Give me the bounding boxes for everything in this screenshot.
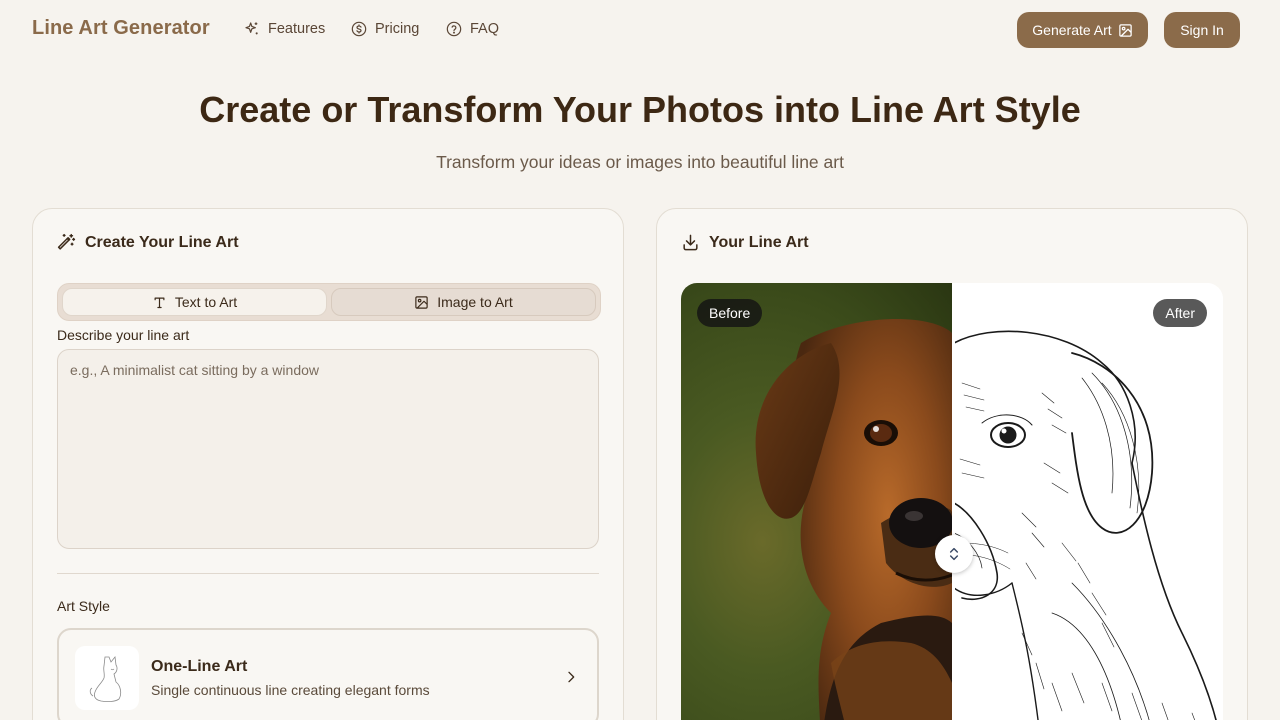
tab-label: Text to Art: [174, 294, 238, 310]
text-icon: [154, 297, 165, 308]
image-icon: [415, 295, 428, 309]
chevrons-up-down-icon: [949, 547, 959, 561]
tab-text-to-art[interactable]: Text to Art: [62, 288, 327, 316]
result-panel: Your Line Art Before After: [656, 208, 1248, 720]
brand-logo[interactable]: Line Art Generator: [32, 17, 210, 40]
download-icon: [683, 234, 698, 251]
result-panel-title: Your Line Art: [709, 233, 809, 251]
sign-in-button[interactable]: Sign In: [1164, 12, 1240, 48]
create-panel-header: Create Your Line Art: [57, 233, 239, 252]
help-circle-icon: [446, 21, 462, 37]
split-divider[interactable]: [952, 283, 955, 720]
tab-image-to-art[interactable]: Image to Art: [331, 288, 596, 316]
dollar-circle-icon: [351, 21, 367, 37]
generate-art-label: Generate Art: [1032, 22, 1112, 38]
tab-label: Image to Art: [437, 294, 513, 310]
prompt-input[interactable]: [57, 349, 599, 549]
nav-link-label: Features: [268, 21, 326, 37]
chevron-right-icon: [568, 671, 575, 683]
sign-in-label: Sign In: [1180, 22, 1224, 38]
before-badge: Before: [697, 299, 763, 327]
nav-link-label: FAQ: [470, 21, 500, 37]
mode-tabs: Text to Art Image to Art: [57, 283, 601, 321]
describe-label: Describe your line art: [57, 327, 190, 343]
page-subtitle: Transform your ideas or images into beau…: [436, 152, 844, 172]
after-badge: After: [1153, 299, 1207, 327]
generate-art-button[interactable]: Generate Art: [1017, 12, 1148, 48]
after-image: After: [952, 283, 1223, 720]
nav-link-features[interactable]: Features: [244, 21, 325, 37]
nav-link-faq[interactable]: FAQ: [446, 21, 499, 37]
before-image: Before: [681, 283, 952, 720]
art-style-selector[interactable]: One-Line Art Single continuous line crea…: [57, 628, 599, 720]
create-panel: Create Your Line Art Text to Art Image t…: [32, 208, 624, 720]
before-after-comparison[interactable]: Before After: [681, 283, 1223, 720]
top-nav: Line Art Generator Features Pricing FAQ …: [0, 0, 1280, 60]
style-name: One-Line Art: [151, 658, 248, 675]
create-panel-title: Create Your Line Art: [85, 233, 239, 251]
cat-line-art-icon: [89, 656, 122, 702]
sparkles-icon: [245, 22, 258, 35]
divider: [57, 573, 599, 574]
style-thumbnail: [75, 646, 139, 710]
nav-link-pricing[interactable]: Pricing: [351, 21, 419, 37]
image-icon: [1118, 23, 1132, 37]
comparison-slider-handle[interactable]: [935, 535, 973, 573]
page-title: Create or Transform Your Photos into Lin…: [199, 89, 1081, 130]
nav-link-label: Pricing: [375, 21, 420, 37]
result-panel-header: Your Line Art: [681, 233, 809, 252]
magic-wand-icon: [57, 233, 76, 250]
art-style-label: Art Style: [57, 598, 110, 614]
style-description: Single continuous line creating elegant …: [151, 682, 430, 698]
